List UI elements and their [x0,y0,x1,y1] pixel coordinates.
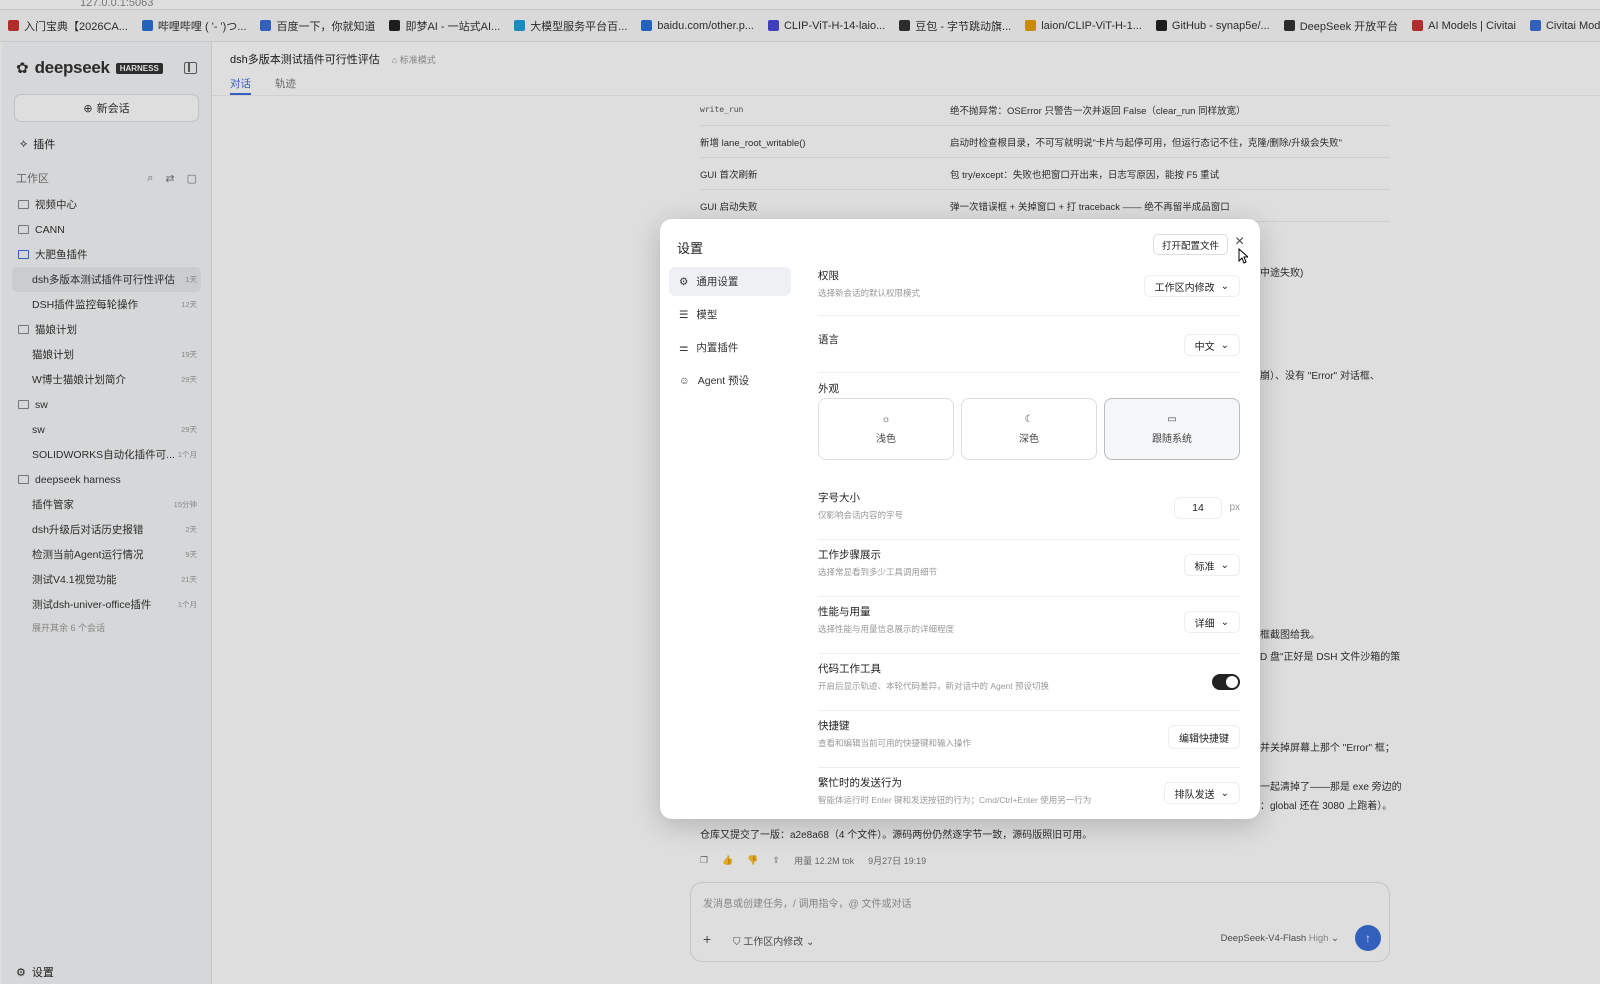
busy-send-select[interactable]: 排队发送 ⌄ [1163,782,1240,804]
font-size-sub: 仅影响会话内容的字号 [818,510,904,520]
mouse-cursor-icon [1238,248,1248,264]
chevron-down-icon: ⌄ [1220,616,1229,628]
perf-select[interactable]: 详细 ⌄ [1183,611,1240,633]
nav-model[interactable]: ☰ 模型 [669,300,791,329]
steps-select[interactable]: 标准 ⌄ [1183,554,1240,576]
perf-sub: 选择性能与用量信息展示的详细程度 [818,624,955,634]
theme-dark[interactable]: ☾ 深色 [961,398,1097,460]
permission-row: 权限 选择新会话的默认权限模式 工作区内修改 ⌄ [818,261,1240,316]
steps-label: 工作步骤展示 [818,549,881,561]
shortcuts-row: 快捷键 查看和编辑当前可用的快捷键和输入操作 编辑快捷键 [818,711,1240,768]
nav-builtin-plugins[interactable]: ⚌ 内置插件 [669,333,791,362]
busy-send-row: 繁忙时的发送行为 智能体运行时 Enter 键和发送按钮的行为；Cmd/Ctrl… [818,768,1240,819]
open-config-button[interactable]: 打开配置文件 [1153,234,1229,255]
modal-title: 设置 [677,241,704,256]
moon-icon: ☾ [1024,413,1034,425]
permission-label: 权限 [818,270,839,282]
busy-send-label: 繁忙时的发送行为 [818,777,902,789]
language-select[interactable]: 中文 ⌄ [1183,334,1240,356]
sun-icon: ☼ [881,413,891,425]
perf-row: 性能与用量 选择性能与用量信息展示的详细程度 详细 ⌄ [818,597,1240,654]
nav-general[interactable]: ⚙ 通用设置 [669,267,791,296]
appearance-options: ☼ 浅色 ☾ 深色 ▭ 跟随系统 [818,398,1240,460]
steps-row: 工作步骤展示 选择常显看到多少工具调用细节 标准 ⌄ [818,540,1240,597]
code-tools-sub: 开启后显示轨迹、本轮代码差异，新对话中的 Agent 预设切换 [818,681,1049,691]
database-icon: ☰ [679,308,689,321]
font-size-row: 字号大小 仅影响会话内容的字号 14 px [818,483,1240,540]
language-label: 语言 [818,334,839,346]
permission-select[interactable]: 工作区内修改 ⌄ [1143,275,1240,297]
nav-agent-presets[interactable]: ☺ Agent 预设 [669,366,791,395]
settings-nav: ⚙ 通用设置 ☰ 模型 ⚌ 内置插件 ☺ Agent 预设 [669,267,791,399]
language-row: 语言 中文 ⌄ [818,318,1240,373]
monitor-icon: ▭ [1167,413,1177,425]
font-size-label: 字号大小 [818,492,860,504]
theme-system[interactable]: ▭ 跟随系统 [1104,398,1240,460]
chevron-down-icon: ⌄ [1220,787,1229,799]
font-size-unit: px [1229,502,1240,513]
code-tools-label: 代码工作工具 [818,663,881,675]
steps-sub: 选择常显看到多少工具调用细节 [818,567,938,577]
code-tools-row: 代码工作工具 开启后显示轨迹、本轮代码差异，新对话中的 Agent 预设切换 [818,654,1240,711]
gear-icon: ⚙ [679,275,689,288]
code-tools-toggle[interactable] [1212,674,1240,690]
permission-sub: 选择新会话的默认权限模式 [818,288,921,298]
perf-label: 性能与用量 [818,606,871,618]
sliders-icon: ⚌ [679,341,689,354]
appearance-label: 外观 [818,383,839,395]
busy-send-sub: 智能体运行时 Enter 键和发送按钮的行为；Cmd/Ctrl+Enter 使用… [818,795,1092,805]
settings-content: 权限 选择新会话的默认权限模式 工作区内修改 ⌄ 语言 中文 ⌄ 外观 ☼ 浅色 ☾ 深… [818,261,1240,819]
edit-shortcuts-button[interactable]: 编辑快捷键 [1168,725,1240,749]
robot-icon: ☺ [679,374,690,387]
chevron-down-icon: ⌄ [1220,339,1229,351]
shortcuts-label: 快捷键 [818,720,850,732]
settings-modal: 设置 打开配置文件 × ⚙ 通用设置 ☰ 模型 ⚌ 内置插件 ☺ Agent 预设 权限… [660,219,1260,819]
shortcuts-sub: 查看和编辑当前可用的快捷键和输入操作 [818,738,972,748]
theme-light[interactable]: ☼ 浅色 [818,398,954,460]
chevron-down-icon: ⌄ [1220,280,1229,292]
chevron-down-icon: ⌄ [1220,559,1229,571]
font-size-input[interactable]: 14 [1174,497,1222,519]
